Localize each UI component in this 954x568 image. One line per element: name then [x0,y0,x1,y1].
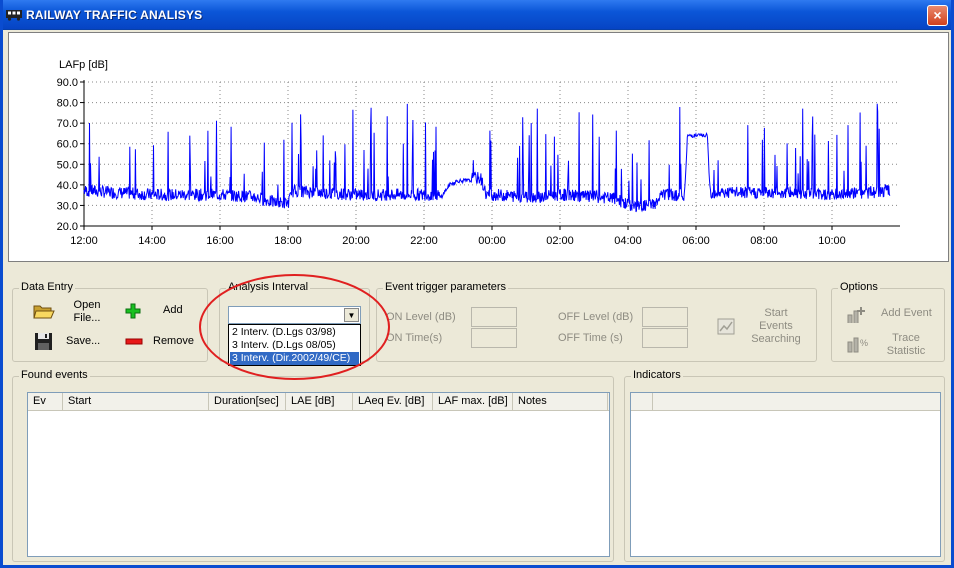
save-label[interactable]: Save... [66,335,100,347]
add-button[interactable] [125,303,145,323]
start-search-label[interactable]: Start Events Searching [750,307,802,346]
remove-label[interactable]: Remove [153,335,194,347]
y-tick-label: 20.0 [57,221,78,233]
statistic-chart-icon: % [847,337,868,353]
options-legend: Options [838,281,880,293]
add-event-button[interactable] [846,305,866,325]
x-tick-label: 20:00 [342,235,370,247]
analysis-interval-dropdown: 2 Interv. (D.Lgs 03/98) 3 Interv. (D.Lgs… [228,324,361,366]
y-tick-label: 80.0 [57,98,78,110]
main-window: RAILWAY TRAFFIC ANALISYS × LAFp [dB] 20.0… [0,0,954,568]
indicators-header [631,393,940,411]
title-bar[interactable]: RAILWAY TRAFFIC ANALISYS × [3,0,951,30]
column-header-start[interactable]: Start [63,393,209,410]
found-events-list[interactable]: Ev Start Duration[sec] LAE [dB] LAeq Ev.… [27,392,610,557]
window-title: RAILWAY TRAFFIC ANALISYS [26,8,203,22]
y-tick-label: 70.0 [57,118,78,130]
close-button[interactable]: × [927,5,948,26]
noise-chart-panel: LAFp [dB] 20.0 30.0 40.0 50.0 60.0 70.0 80.0 90.… [8,32,949,262]
x-tick-label: 14:00 [138,235,166,247]
x-tick-label: 06:00 [682,235,710,247]
analysis-interval-select[interactable]: ▼ [228,306,361,324]
column-header-lae[interactable]: LAE [dB] [286,393,353,410]
trace-statistic-button[interactable]: % [846,334,868,354]
dropdown-option[interactable]: 3 Interv. (D.Lgs 08/05) [230,339,359,352]
train-icon [6,10,22,21]
y-tick-label: 60.0 [57,139,78,151]
svg-text:%: % [860,338,868,348]
on-time-label: ON Time(s) [386,332,443,344]
off-level-label: OFF Level (dB) [558,311,634,323]
found-events-legend: Found events [19,369,90,381]
search-chart-icon [717,318,735,335]
noise-level-chart: LAFp [dB] 20.0 30.0 40.0 50.0 60.0 70.0 80.0 90.… [57,59,900,247]
on-level-label: ON Level (dB) [386,311,456,323]
off-time-label: OFF Time (s) [558,332,623,344]
open-file-label[interactable]: Open File... [70,299,104,325]
x-tick-label: 04:00 [614,235,642,247]
save-button[interactable] [34,332,54,352]
close-icon: × [933,7,942,23]
y-tick-label: 30.0 [57,200,78,212]
plus-icon [125,303,141,319]
indicators-legend: Indicators [631,369,683,381]
column-header-ev[interactable]: Ev [28,393,63,410]
add-event-label[interactable]: Add Event [881,307,932,319]
series-line [83,103,891,213]
x-tick-label: 10:00 [818,235,846,247]
y-axis-label: LAFp [dB] [59,59,108,71]
x-tick-label: 02:00 [546,235,574,247]
y-tick-label: 40.0 [57,180,78,192]
dropdown-option-selected[interactable]: 3 Interv. (Dir.2002/49/CE) [230,352,359,365]
column-header-duration[interactable]: Duration[sec] [209,393,286,410]
trace-statistic-label[interactable]: Trace Statistic [882,332,930,358]
floppy-disk-icon [35,333,52,350]
open-folder-icon [33,305,55,319]
analysis-interval-legend: Analysis Interval [226,281,311,293]
indicators-column-header[interactable] [631,393,653,410]
column-header-lafmax[interactable]: LAF max. [dB] [433,393,513,410]
add-label[interactable]: Add [163,304,183,316]
data-entry-legend: Data Entry [19,281,75,293]
indicators-list[interactable] [630,392,941,557]
x-tick-label: 16:00 [206,235,234,247]
x-tick-label: 12:00 [70,235,98,247]
x-tick-label: 08:00 [750,235,778,247]
column-header-notes[interactable]: Notes [513,393,608,410]
off-level-input[interactable] [642,307,688,327]
on-time-input[interactable] [471,328,517,348]
event-trigger-legend: Event trigger parameters [383,281,509,293]
y-tick-label: 90.0 [57,77,78,89]
on-level-input[interactable] [471,307,517,327]
minus-icon [125,338,143,345]
start-search-button[interactable] [717,317,737,337]
dropdown-arrow-icon[interactable]: ▼ [344,308,359,322]
column-header-laeq[interactable]: LAeq Ev. [dB] [353,393,433,410]
off-time-input[interactable] [642,328,688,348]
remove-button[interactable] [125,336,145,356]
x-tick-label: 00:00 [478,235,506,247]
open-file-button[interactable] [33,301,55,321]
x-tick-label: 18:00 [274,235,302,247]
dropdown-option[interactable]: 2 Interv. (D.Lgs 03/98) [230,326,359,339]
x-tick-label: 22:00 [410,235,438,247]
y-tick-label: 50.0 [57,159,78,171]
found-events-header: Ev Start Duration[sec] LAE [dB] LAeq Ev.… [28,393,609,411]
add-event-icon [847,307,865,323]
